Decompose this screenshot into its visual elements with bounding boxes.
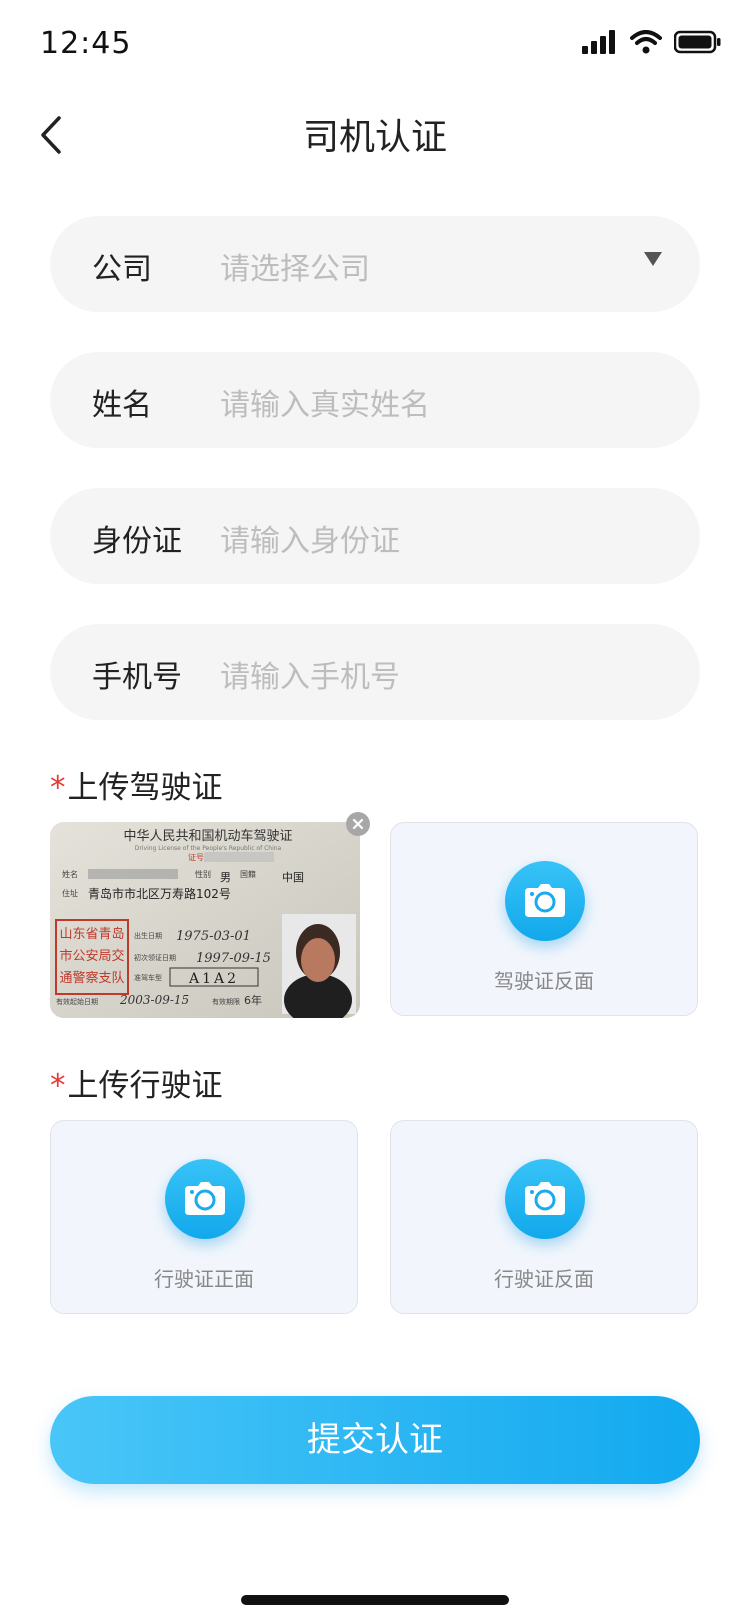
license-sex-value: 男 (220, 871, 231, 884)
license-stamp-line-1: 山东省青岛 (59, 926, 124, 942)
id-card-placeholder: 请输入身份证 (220, 524, 400, 559)
license-nationality-value: 中国 (282, 871, 304, 884)
license-header: 中华人民共和国机动车驾驶证 (123, 828, 292, 844)
id-card-label: 身份证 (92, 524, 182, 559)
license-term-value: 6年 (244, 993, 262, 1007)
status-bar: 12:45 (0, 0, 750, 90)
vehicle-license-back-label: 行驶证反面 (494, 1267, 594, 1291)
battery-icon (674, 30, 721, 54)
driver-license-back-upload[interactable]: 驾驶证反面 (390, 822, 698, 1016)
license-dob: 1975-03-01 (176, 929, 251, 944)
license-nationality-label: 国籍 (240, 869, 256, 879)
license-address: 青岛市市北区万寿路102号 (88, 886, 231, 901)
vehicle-license-front-upload[interactable]: 行驶证正面 (50, 1120, 358, 1314)
company-label: 公司 (92, 252, 152, 287)
vehicle-license-title: 上传行驶证 (67, 1068, 223, 1104)
wifi-icon (630, 30, 662, 54)
id-card-field[interactable]: 身份证 请输入身份证 (50, 488, 700, 584)
license-address-label: 住址 (62, 888, 78, 898)
name-label: 姓名 (92, 388, 152, 423)
license-header-en: Driving License of the People's Republic… (135, 845, 282, 852)
vehicle-license-front-label: 行驶证正面 (154, 1267, 254, 1291)
license-cert-no-label: 证号 (188, 853, 204, 862)
license-stamp-line-3: 通警察支队 (59, 970, 124, 986)
name-field[interactable]: 姓名 请输入真实姓名 (50, 352, 700, 448)
driver-license-title: 上传驾驶证 (67, 770, 223, 806)
vehicle-license-back-upload[interactable]: 行驶证反面 (390, 1120, 698, 1314)
driver-license-back-label: 驾驶证反面 (494, 969, 594, 993)
status-time: 12:45 (40, 26, 132, 61)
license-dob-label: 出生日期 (134, 931, 162, 940)
phone-placeholder: 请输入手机号 (220, 660, 400, 695)
company-placeholder: 请选择公司 (220, 252, 370, 287)
license-stamp-line-2: 市公安局交 (59, 948, 124, 964)
company-select[interactable]: 公司 请选择公司 (50, 216, 700, 312)
license-valid-from: 2003-09-15 (119, 993, 189, 1007)
camera-icon (165, 1159, 245, 1239)
phone-label: 手机号 (92, 660, 182, 695)
camera-icon (505, 1159, 585, 1239)
license-term-label: 有效期限 (212, 997, 240, 1006)
required-mark: * (50, 1068, 66, 1104)
license-issue-date: 1997-09-15 (196, 951, 271, 966)
signal-icon (582, 30, 615, 54)
license-class: A1A2 (188, 971, 239, 987)
license-class-label: 准驾车型 (134, 973, 162, 982)
license-valid-label: 有效起始日期 (56, 997, 98, 1006)
nav-bar: 司机认证 (0, 90, 750, 180)
name-placeholder: 请输入真实姓名 (220, 388, 430, 423)
caret-down-icon (644, 252, 662, 266)
license-name-label: 姓名 (62, 869, 78, 879)
page-title: 司机认证 (302, 117, 447, 158)
status-icons (582, 30, 722, 54)
driver-license-section-title: *上传驾驶证 (50, 762, 223, 807)
vehicle-license-section-title: *上传行驶证 (50, 1060, 223, 1105)
camera-icon (505, 861, 585, 941)
driver-license-front-photo[interactable]: 中华人民共和国机动车驾驶证 Driving License of the Peo… (50, 822, 360, 1018)
remove-photo-button[interactable] (346, 812, 370, 836)
license-photo-image: 中华人民共和国机动车驾驶证 Driving License of the Peo… (50, 822, 360, 1018)
home-indicator (241, 1595, 509, 1605)
close-icon (352, 818, 364, 830)
submit-button[interactable]: 提交认证 (50, 1396, 700, 1484)
license-sex-label: 性别 (195, 869, 211, 879)
required-mark: * (50, 770, 66, 806)
license-issue-label: 初次领证日期 (134, 953, 176, 962)
phone-field[interactable]: 手机号 请输入手机号 (50, 624, 700, 720)
